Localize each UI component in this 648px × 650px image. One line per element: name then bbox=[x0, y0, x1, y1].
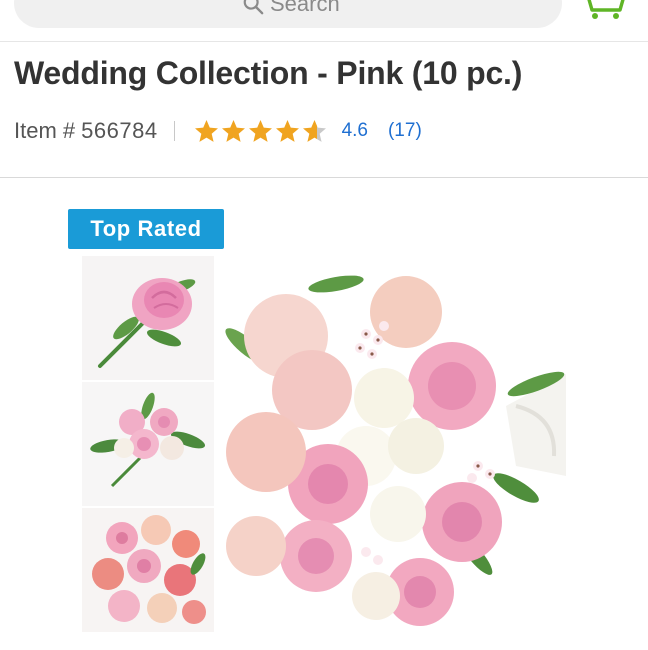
star-icon bbox=[221, 119, 245, 142]
search-icon bbox=[243, 0, 264, 15]
corsage-image bbox=[82, 382, 214, 506]
cart-icon[interactable] bbox=[578, 0, 628, 20]
section-divider bbox=[0, 177, 648, 178]
thumbnail-boutonniere[interactable] bbox=[82, 256, 214, 380]
rating-stars[interactable] bbox=[193, 118, 328, 145]
bridal-bouquet-image bbox=[216, 256, 566, 634]
top-rated-badge: Top Rated bbox=[68, 209, 224, 249]
star-icon bbox=[248, 119, 272, 142]
review-count[interactable]: (17) bbox=[388, 120, 422, 142]
item-number: 566784 bbox=[81, 118, 158, 143]
star-icon bbox=[275, 119, 299, 142]
search-bar[interactable]: Search bbox=[14, 0, 562, 28]
search-placeholder[interactable]: Search bbox=[242, 0, 340, 16]
product-meta: Item # 566784 4.6 (17) bbox=[14, 116, 422, 146]
main-product-image[interactable] bbox=[216, 256, 566, 634]
boutonniere-image bbox=[82, 256, 214, 380]
thumbnail-corsage[interactable] bbox=[82, 382, 214, 506]
star-icon bbox=[302, 119, 326, 142]
star-icon bbox=[194, 119, 218, 142]
rating-value[interactable]: 4.6 bbox=[342, 120, 368, 142]
meta-separator bbox=[173, 121, 175, 141]
thumbnail-bouquet[interactable] bbox=[82, 508, 214, 632]
product-title: Wedding Collection - Pink (10 pc.) bbox=[14, 55, 523, 91]
item-label: Item # bbox=[14, 118, 76, 143]
search-placeholder-text: Search bbox=[270, 0, 340, 16]
top-bar: Search bbox=[0, 0, 648, 42]
bouquet-thumb-image bbox=[82, 508, 214, 632]
